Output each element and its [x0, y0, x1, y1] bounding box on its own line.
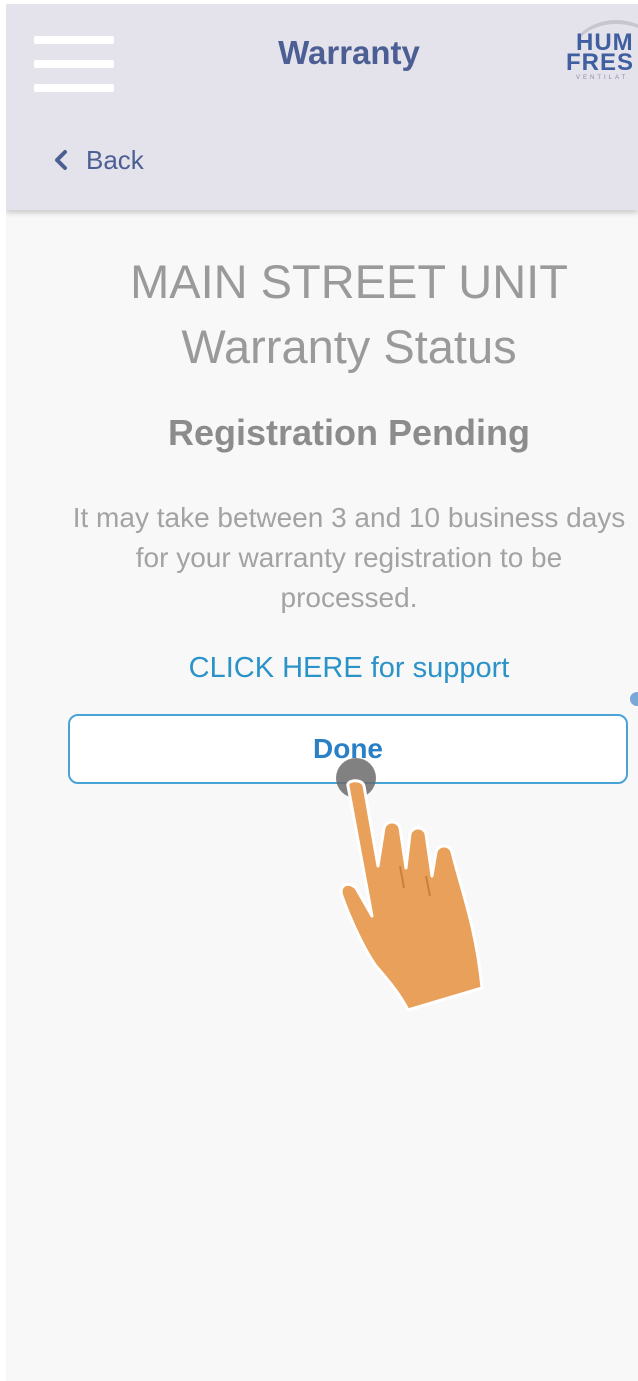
back-button[interactable]: Back: [44, 142, 144, 178]
back-label: Back: [86, 144, 144, 175]
menu-bar: [34, 84, 114, 92]
tap-hand-icon: [336, 758, 484, 1012]
scroll-indicator: [630, 692, 638, 706]
chevron-left-icon: [55, 150, 67, 170]
page-title: Warranty: [278, 34, 420, 71]
warranty-status-heading: Warranty Status: [181, 320, 517, 373]
app-screen: Warranty HUM FRES VENTILAT Back MAIN STR…: [6, 4, 638, 1381]
app-header: Warranty HUM FRES VENTILAT Back: [6, 4, 638, 210]
logo-text-line2: FRES: [566, 49, 635, 76]
logo-text-line3: VENTILAT: [576, 75, 629, 81]
brand-logo: HUM FRES VENTILAT: [558, 18, 638, 88]
status-description: It may take between 3 and 10 business da…: [72, 502, 626, 613]
registration-status: Registration Pending: [167, 412, 531, 453]
support-link[interactable]: CLICK HERE for support: [6, 652, 638, 685]
unit-name: MAIN STREET UNIT: [130, 255, 568, 308]
